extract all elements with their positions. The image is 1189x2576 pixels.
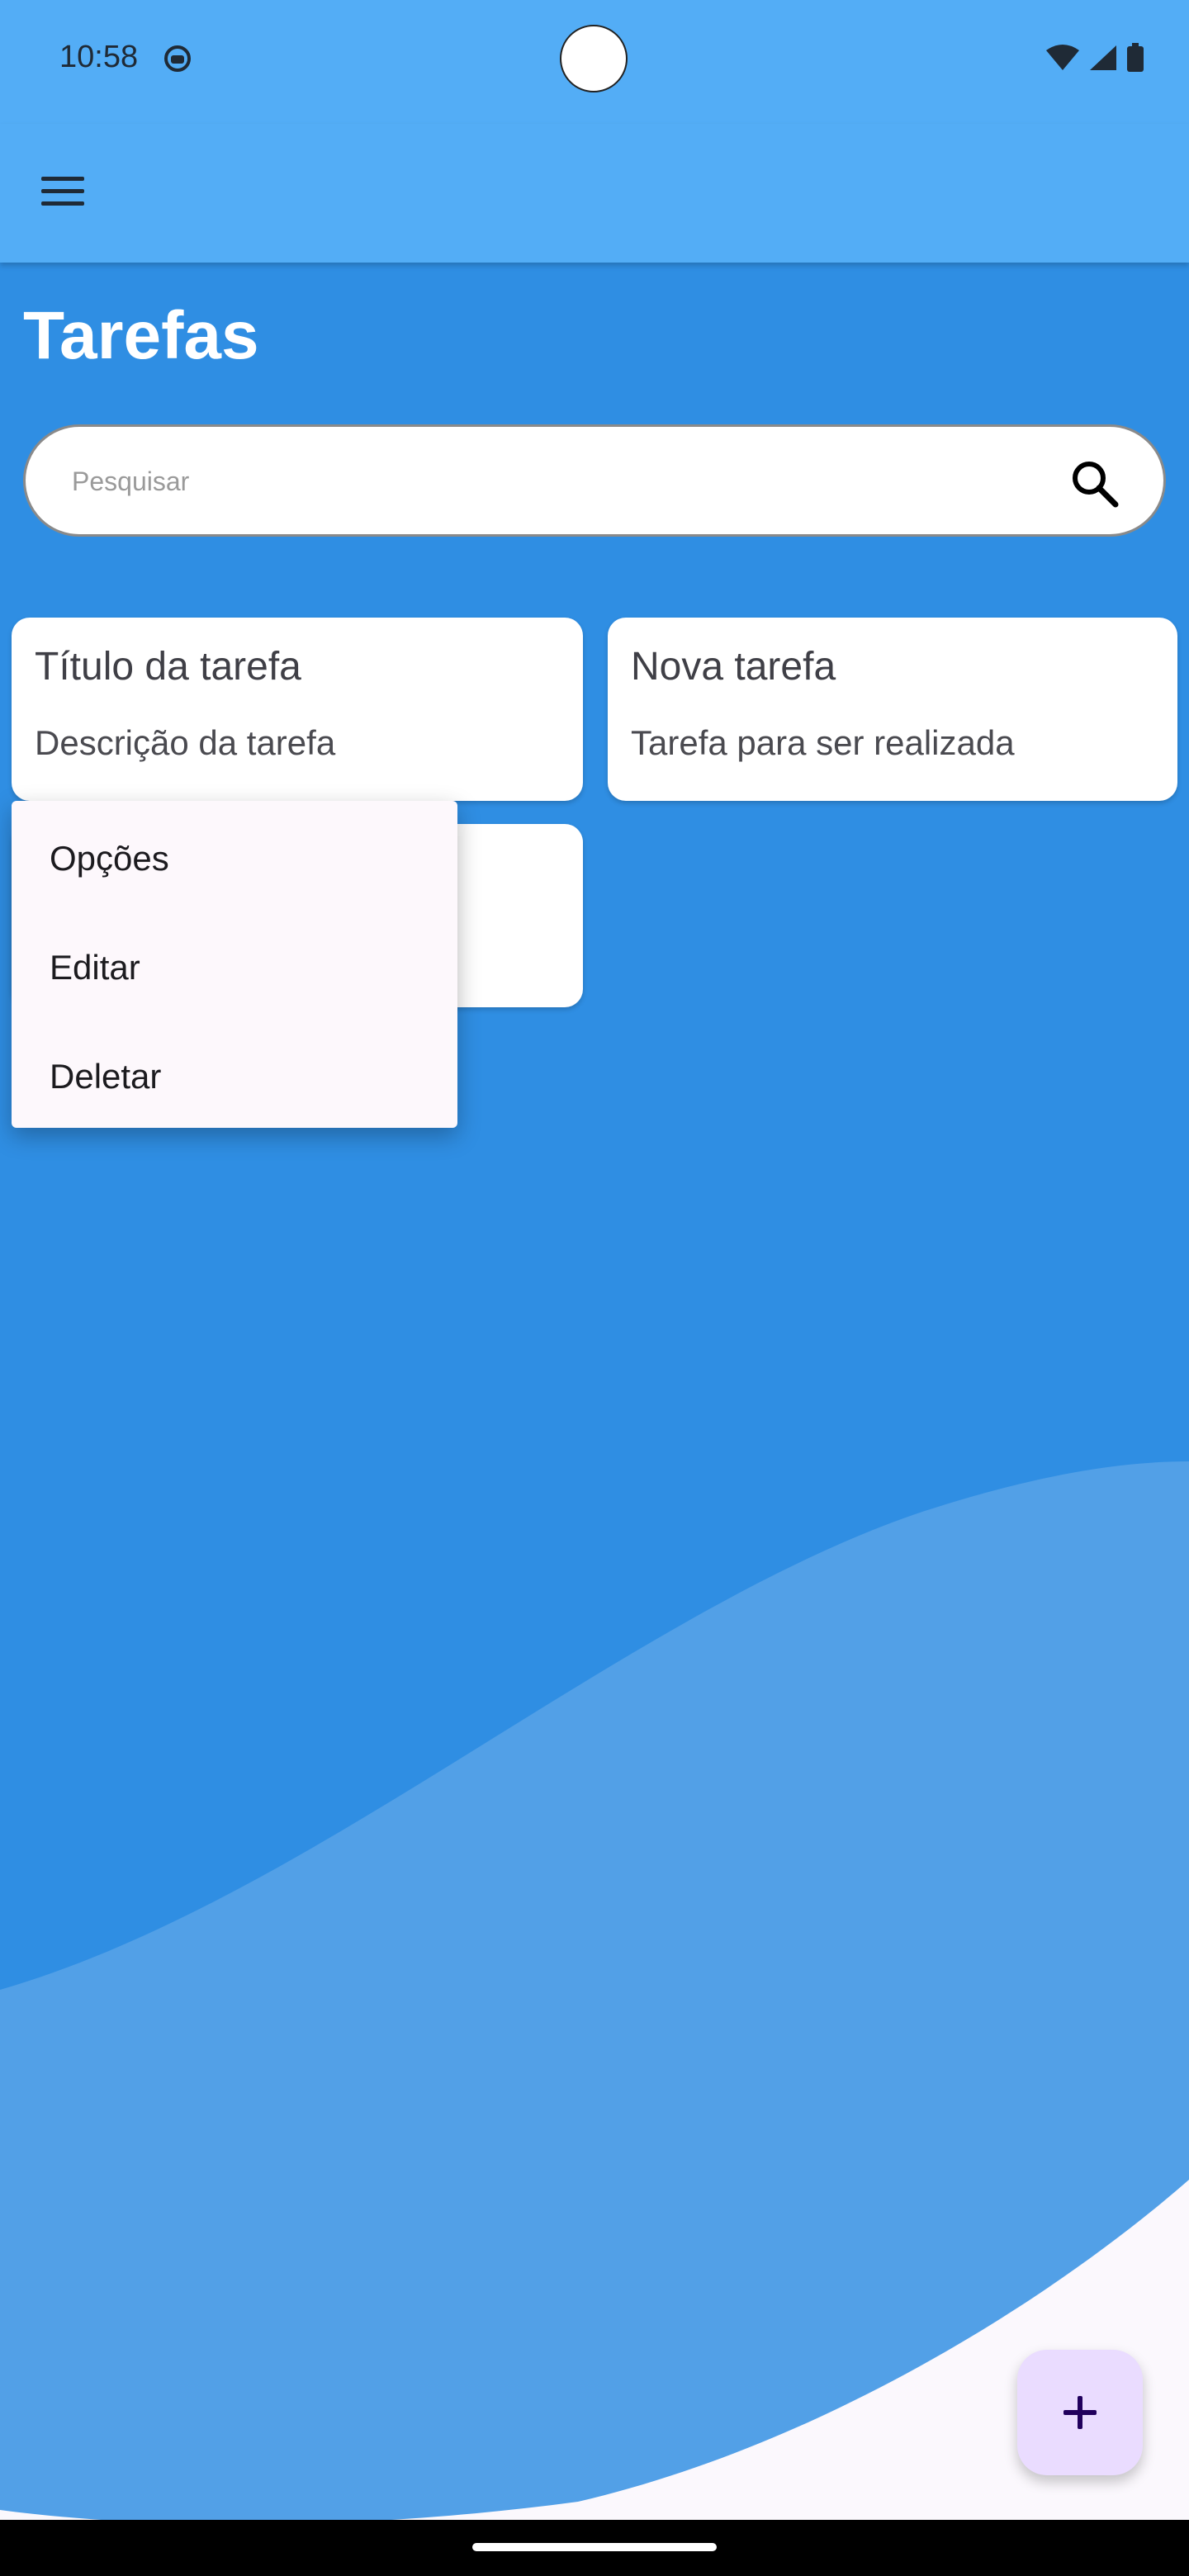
status-bar: 10:58 bbox=[0, 0, 1189, 124]
search-input[interactable] bbox=[70, 427, 982, 536]
camera-cutout bbox=[560, 25, 628, 92]
task-description: Descrição da tarefa bbox=[35, 723, 336, 762]
wifi-icon bbox=[1046, 45, 1079, 70]
system-icons bbox=[1045, 43, 1144, 73]
background-wave bbox=[0, 0, 1189, 2576]
menu-item-edit[interactable]: Editar bbox=[50, 948, 140, 987]
hamburger-menu-icon[interactable] bbox=[40, 172, 86, 211]
page-title: Tarefas bbox=[23, 298, 259, 373]
signal-icon bbox=[1090, 45, 1116, 70]
task-description: Tarefa para ser realizada bbox=[631, 723, 1015, 762]
task-title: Título da tarefa bbox=[35, 645, 301, 689]
search-bar[interactable] bbox=[23, 424, 1166, 537]
battery-icon bbox=[1127, 43, 1144, 72]
plus-icon bbox=[1063, 2396, 1097, 2429]
menu-item-delete[interactable]: Deletar bbox=[50, 1057, 161, 1096]
menu-item-options[interactable]: Opções bbox=[50, 839, 169, 878]
task-card[interactable]: Nova tarefa Tarefa para ser realizada bbox=[608, 618, 1177, 801]
task-title: Nova tarefa bbox=[631, 645, 836, 689]
context-menu: Opções Editar Deletar bbox=[12, 801, 457, 1128]
add-task-button[interactable] bbox=[1017, 2350, 1143, 2475]
search-icon[interactable] bbox=[1068, 457, 1120, 509]
status-time: 10:58 bbox=[59, 40, 139, 74]
app-bar bbox=[0, 124, 1189, 263]
task-card[interactable]: Título da tarefa Descrição da tarefa bbox=[12, 618, 583, 801]
home-indicator[interactable] bbox=[472, 2543, 717, 2551]
face-notification-icon bbox=[164, 45, 191, 72]
